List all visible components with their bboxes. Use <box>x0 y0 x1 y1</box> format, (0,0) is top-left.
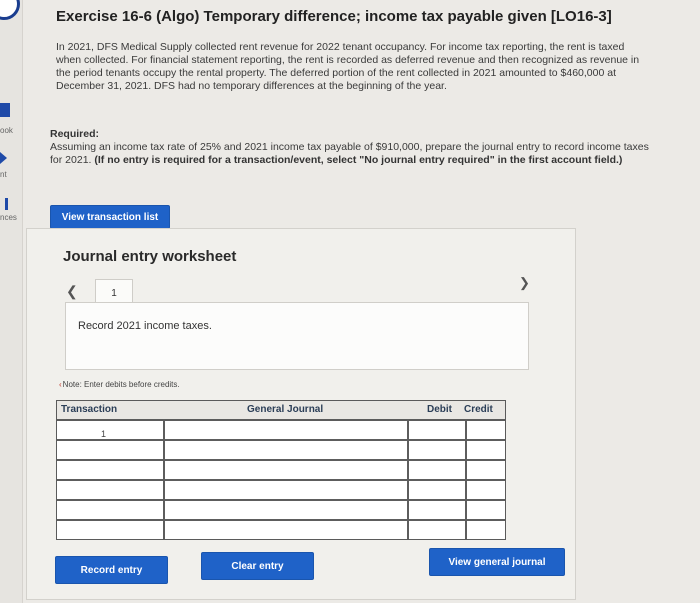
credit-cell[interactable] <box>467 521 505 539</box>
record-entry-button[interactable]: Record entry <box>55 556 168 584</box>
account-cell[interactable] <box>165 521 407 539</box>
debit-cell[interactable] <box>409 421 465 439</box>
required-heading: Required: <box>50 128 100 140</box>
column-header-transaction: Transaction <box>61 404 118 415</box>
credit-cell[interactable] <box>467 501 505 519</box>
table-header: Transaction General Journal Debit Credit <box>57 401 505 421</box>
journal-table: Transaction General Journal Debit Credit… <box>56 400 506 540</box>
left-sidebar: ook nt nces <box>0 0 23 603</box>
debit-cell[interactable] <box>409 521 465 539</box>
view-general-journal-button[interactable]: View general journal <box>429 548 565 576</box>
account-cell[interactable] <box>165 501 407 519</box>
problem-text: In 2021, DFS Medical Supply collected re… <box>56 41 640 92</box>
worksheet-title: Journal entry worksheet <box>63 248 237 265</box>
transaction-number: 1 <box>101 429 107 439</box>
account-cell[interactable] <box>165 461 407 479</box>
entry-description: Record 2021 income taxes. <box>78 320 212 332</box>
credit-cell[interactable] <box>467 481 505 499</box>
chevron-right-icon[interactable]: ❯ <box>519 275 530 291</box>
required-section: Required: Assuming an income tax rate of… <box>50 128 660 167</box>
account-cell[interactable] <box>165 441 407 459</box>
account-cell[interactable] <box>165 481 407 499</box>
account-cell[interactable] <box>165 421 407 439</box>
debit-cell[interactable] <box>409 501 465 519</box>
app-logo-icon <box>0 0 20 20</box>
main-content: Exercise 16-6 (Algo) Temporary differenc… <box>22 0 700 603</box>
sidebar-item-ebook[interactable]: ook <box>0 126 13 135</box>
view-transaction-list-button[interactable]: View transaction list <box>50 205 170 229</box>
clear-entry-button[interactable]: Clear entry <box>201 552 314 580</box>
sidebar-item-print[interactable]: nt <box>0 170 7 179</box>
required-note: (If no entry is required for a transacti… <box>94 154 623 166</box>
debit-cell[interactable] <box>409 461 465 479</box>
debit-cell[interactable] <box>409 481 465 499</box>
note-marker-icon: ‹ <box>59 380 62 389</box>
credit-cell[interactable] <box>467 421 505 439</box>
ebook-icon[interactable] <box>0 103 10 117</box>
debit-cell[interactable] <box>409 441 465 459</box>
column-header-credit: Credit <box>464 404 493 415</box>
column-header-general-journal: General Journal <box>247 404 324 415</box>
column-header-debit: Debit <box>427 404 452 415</box>
note-label: Note: Enter debits before credits. <box>62 380 180 389</box>
print-icon[interactable] <box>0 152 7 164</box>
note-text: ‹Note: Enter debits before credits. <box>59 380 180 389</box>
entry-description-box: Record 2021 income taxes. <box>65 302 529 370</box>
credit-cell[interactable] <box>467 441 505 459</box>
credit-cell[interactable] <box>467 461 505 479</box>
chevron-left-icon[interactable]: ❮ <box>66 283 78 300</box>
references-icon[interactable] <box>5 198 8 210</box>
page-title: Exercise 16-6 (Algo) Temporary differenc… <box>56 8 612 25</box>
sidebar-item-references[interactable]: nces <box>0 213 17 222</box>
